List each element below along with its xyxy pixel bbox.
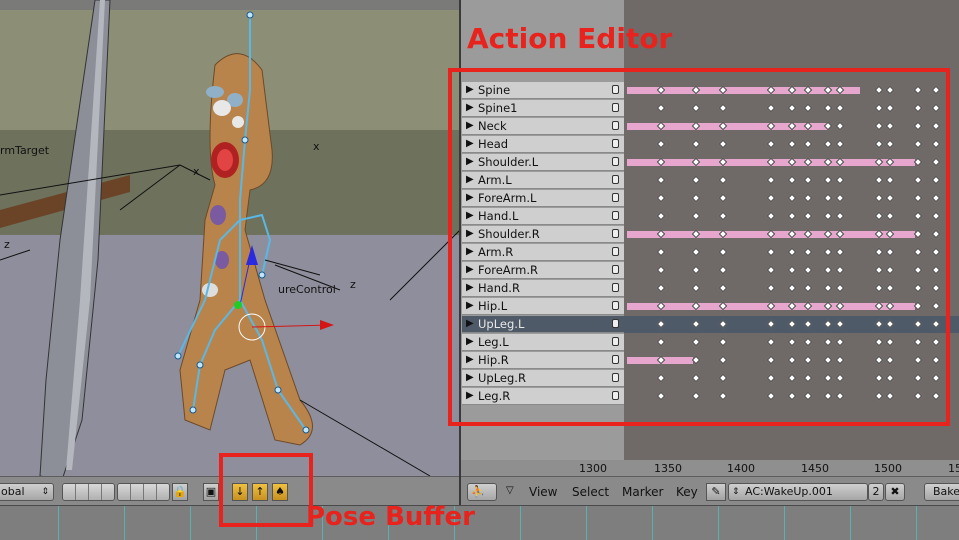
lock-icon[interactable]: 🔒: [172, 483, 188, 501]
frame-ruler[interactable]: 1300 1350 1400 1450 1500 15: [461, 460, 959, 476]
pose-buffer-highlight: [219, 453, 313, 527]
updown-arrows-icon: ⇕: [41, 487, 49, 497]
action-editor-header: ⛹ ▽ View Select Marker Key ✎ ⇕ AC:WakeUp…: [461, 476, 959, 506]
ruler-tick-label: 15: [948, 462, 959, 475]
layer-buttons-group-2[interactable]: [117, 483, 170, 501]
ruler-tick-label: 1400: [727, 462, 755, 475]
menu-view[interactable]: View: [529, 485, 557, 499]
action-editor-highlight: [448, 68, 950, 426]
ruler-tick-label: 1500: [874, 462, 902, 475]
pose-buffer-callout: Pose Buffer: [306, 502, 475, 532]
orientation-value: obal: [1, 485, 25, 498]
axis-label-x: x: [193, 165, 200, 178]
menu-key[interactable]: Key: [676, 485, 698, 499]
menu-marker[interactable]: Marker: [622, 485, 663, 499]
axis-label-z: z: [350, 278, 356, 291]
action-editor-icon: ⛹: [471, 485, 485, 498]
action-name: AC:WakeUp.001: [745, 485, 833, 498]
action-editor-callout: Action Editor: [467, 22, 673, 55]
pin-icon[interactable]: ✎: [706, 483, 726, 501]
render-preview-icon[interactable]: ▣: [203, 483, 219, 501]
action-browse-field[interactable]: ⇕ AC:WakeUp.001: [728, 483, 868, 501]
user-count: 2: [868, 483, 884, 501]
3d-viewport[interactable]: rmTarget ureControl z z x x: [0, 0, 459, 476]
close-icon[interactable]: ✖: [885, 483, 905, 501]
viewport-scene: [0, 0, 459, 476]
ruler-tick-label: 1300: [579, 462, 607, 475]
editor-type-select[interactable]: ⛹: [467, 483, 497, 501]
axis-label-z: z: [4, 238, 10, 251]
updown-arrows-icon: ⇕: [732, 487, 740, 497]
empty-label-control: ureControl: [278, 283, 336, 296]
axis-label-x: x: [313, 140, 320, 153]
menu-select[interactable]: Select: [572, 485, 609, 499]
timeline-strip[interactable]: [0, 505, 959, 540]
bake-button[interactable]: Bake: [924, 483, 959, 501]
ruler-tick-label: 1450: [801, 462, 829, 475]
collapse-arrow-icon[interactable]: ▽: [506, 485, 514, 496]
layer-buttons-group-1[interactable]: [62, 483, 115, 501]
empty-label-target: rmTarget: [0, 144, 50, 157]
ruler-tick-label: 1350: [654, 462, 682, 475]
orientation-select[interactable]: obal ⇕: [0, 483, 54, 501]
